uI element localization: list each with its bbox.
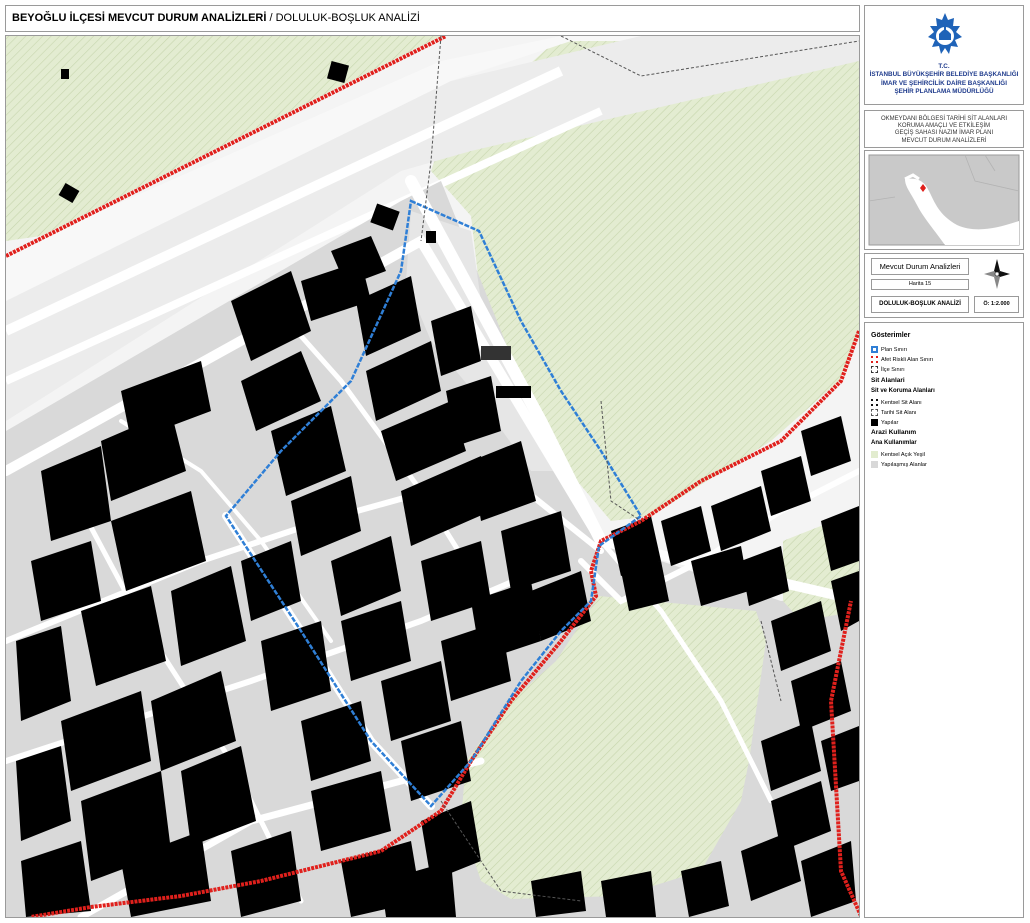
- legend-panel: Gösterimler Plan Sınırı Afet Riskli Alan…: [864, 322, 1024, 918]
- plan-boundary-symbol-icon: [871, 346, 878, 353]
- institution-line-4: ŞEHİR PLANLAMA MÜDÜRLÜĞÜ: [894, 88, 994, 96]
- urban-sit-symbol-icon: [871, 399, 878, 406]
- building: [481, 346, 511, 360]
- legend-buildings: Yapılar: [871, 418, 898, 427]
- sheet-number: Harita 15: [871, 279, 969, 290]
- district-boundary-symbol-icon: [871, 366, 878, 373]
- legend-historic-sit: Tarihi Sit Alanı: [871, 408, 916, 417]
- legend-land-subtitle: Ana Kullanımlar: [871, 440, 917, 446]
- legend-label: Tarihi Sit Alanı: [881, 409, 917, 416]
- legend-risk-boundary: Afet Riskli Alan Sınırı: [871, 355, 933, 364]
- legend-title: Gösterimler: [871, 332, 911, 339]
- plan-line-4: MEVCUT DURUM ANALİZLERİ: [901, 137, 987, 144]
- institution-panel: T.C. İSTANBUL BÜYÜKŞEHİR BELEDİYE BAŞKAN…: [864, 5, 1024, 105]
- title-bold: BEYOĞLU İLÇESİ MEVCUT DURUM ANALİZLERİ: [12, 12, 267, 24]
- building-symbol-icon: [871, 419, 878, 426]
- analysis-panel: Mevcut Durum Analizleri Harita 15 DOLULU…: [864, 253, 1024, 318]
- building: [496, 386, 531, 398]
- legend-label: Plan Sınırı: [881, 346, 908, 353]
- legend-district-boundary: İlçe Sınırı: [871, 365, 905, 374]
- historic-sit-symbol-icon: [871, 409, 878, 416]
- legend-label: Yapılaşmış Alanlar: [881, 461, 927, 468]
- title-bar: BEYOĞLU İLÇESİ MEVCUT DURUM ANALİZLERİ /…: [5, 5, 860, 32]
- green-area-symbol-icon: [871, 451, 878, 458]
- locator-map: [864, 150, 1024, 250]
- built-area-symbol-icon: [871, 461, 878, 468]
- locator-map-canvas: [868, 154, 1020, 246]
- analysis-name: DOLULUK-BOŞLUK ANALİZİ: [871, 296, 969, 313]
- title-rest: / DOLULUK-BOŞLUK ANALİZİ: [266, 12, 420, 24]
- legend-label: Yapılar: [881, 419, 899, 426]
- analysis-section: Mevcut Durum Analizleri: [871, 258, 969, 275]
- legend-land-title: Arazi Kullanım: [871, 429, 917, 436]
- institution-name: T.C. İSTANBUL BÜYÜKŞEHİR BELEDİYE BAŞKAN…: [865, 63, 1023, 97]
- legend-sit-title: Sit Alanlari: [871, 377, 905, 384]
- ibb-logo-icon: [928, 13, 962, 54]
- building: [61, 69, 69, 79]
- risk-boundary-symbol-icon: [871, 356, 878, 363]
- map-canvas[interactable]: [6, 36, 859, 917]
- legend-urban-sit: Kentsel Sit Alanı: [871, 398, 922, 407]
- institution-line-2: İSTANBUL BÜYÜKŞEHİR BELEDİYE BAŞKANLIĞI: [869, 71, 1019, 79]
- plan-line-3: GEÇİŞ SAHASI NAZIM İMAR PLANI: [894, 130, 994, 137]
- legend-label: Afet Riskli Alan Sınırı: [881, 356, 934, 363]
- page-title: BEYOĞLU İLÇESİ MEVCUT DURUM ANALİZLERİ /…: [12, 12, 420, 24]
- legend-built: Yapılaşmış Alanlar: [871, 460, 927, 469]
- legend-plan-boundary: Plan Sınırı: [871, 345, 907, 354]
- north-arrow-icon: [984, 259, 1010, 289]
- legend-label: İlçe Sınırı: [881, 366, 905, 373]
- scale-label: Ö: 1:2.000: [974, 296, 1019, 313]
- legend-label: Kentsel Açık Yeşil: [881, 451, 925, 458]
- legend-green: Kentsel Açık Yeşil: [871, 450, 925, 459]
- legend-sit-subtitle: Sit ve Koruma Alanları: [871, 388, 935, 394]
- institution-line-3: İMAR VE ŞEHİRCİLİK DAİRE BAŞKANLIĞI: [881, 79, 1007, 87]
- map-frame[interactable]: [5, 35, 860, 918]
- plan-title-panel: OKMEYDANI BÖLGESİ TARİHİ SİT ALANLARI KO…: [864, 110, 1024, 148]
- building: [426, 231, 436, 243]
- legend-label: Kentsel Sit Alanı: [881, 399, 922, 406]
